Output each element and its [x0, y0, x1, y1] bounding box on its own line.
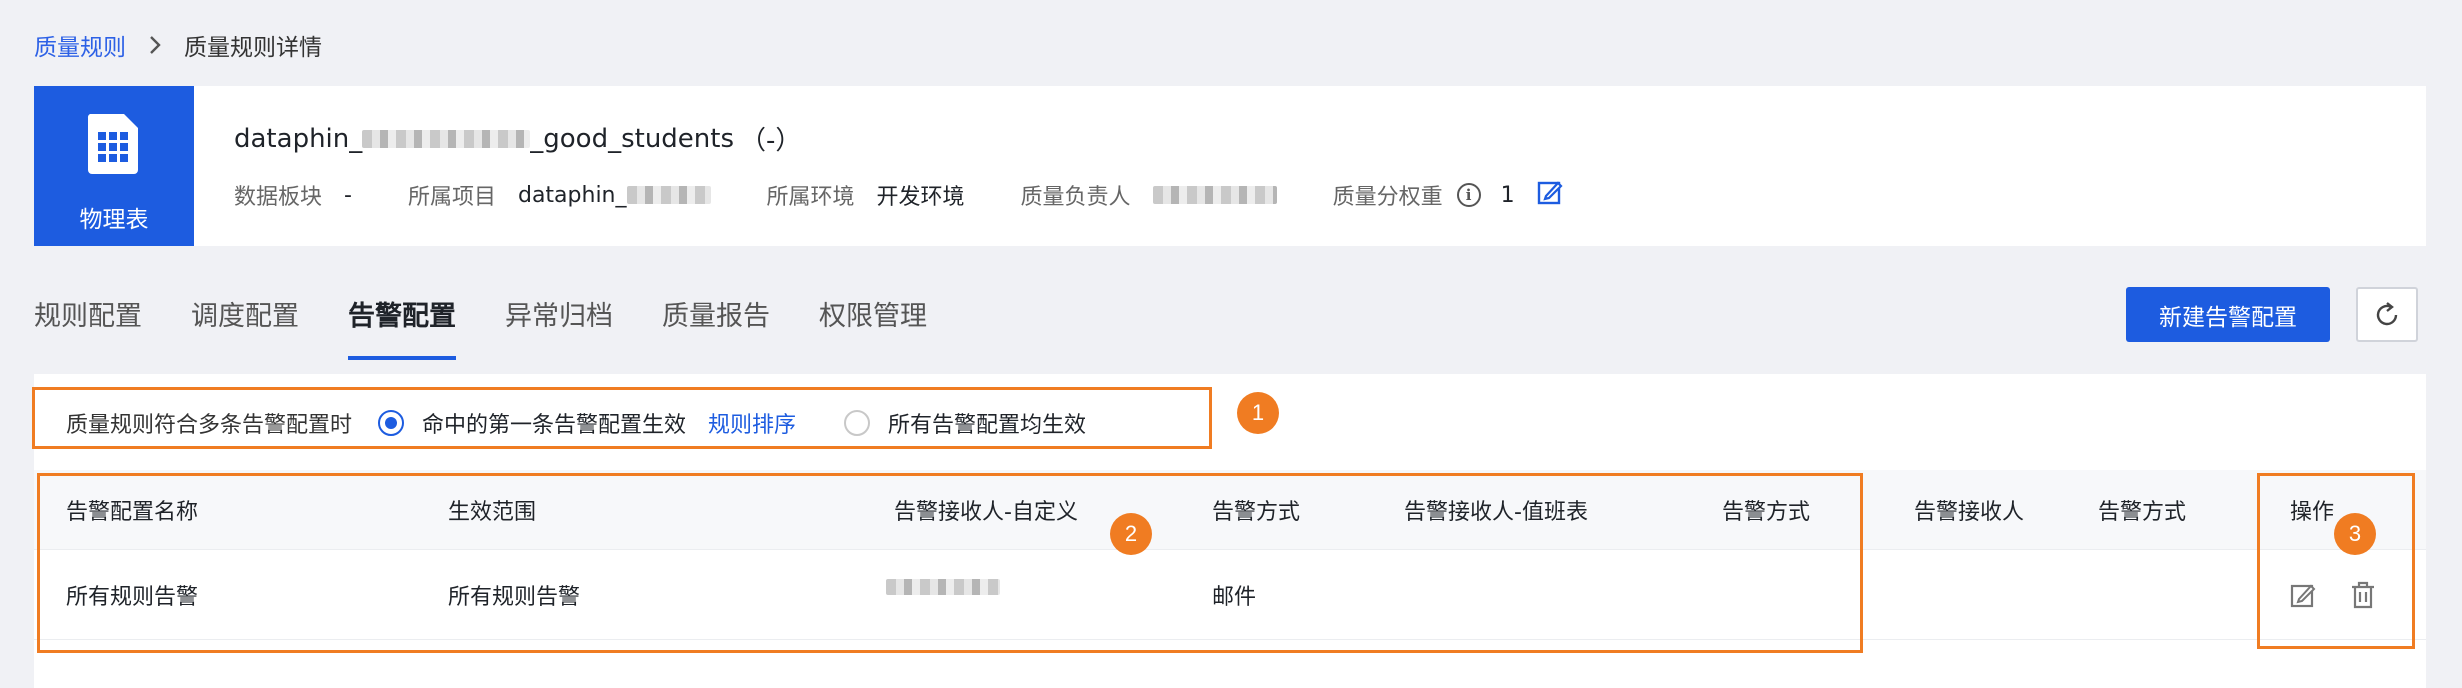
new-alert-config-button[interactable]: 新建告警配置: [2126, 287, 2330, 342]
table-name-prefix: dataphin_: [234, 123, 363, 154]
meta-value-owner: [1152, 186, 1277, 204]
column-header: 生效范围: [448, 499, 537, 525]
meta-label-owner: 质量负责人: [1020, 185, 1131, 210]
meta-value-environment: 开发环境: [876, 185, 965, 210]
delete-icon[interactable]: [2350, 581, 2376, 609]
column-header: 告警接收人-值班表: [1404, 499, 1588, 525]
table-type-badge: 物理表: [34, 86, 194, 246]
radio-circle: [844, 410, 871, 436]
alert-policy-row: 质量规则符合多条告警配置时 命中的第一条告警配置生效 规则排序 所有告警配置均生…: [52, 392, 1212, 454]
cell-custom-receiver: [886, 542, 1000, 631]
breadcrumb: 质量规则 质量规则详情: [34, 28, 322, 62]
tab-permission-management[interactable]: 权限管理: [819, 290, 927, 360]
tab-exception-archive[interactable]: 异常归档: [505, 290, 613, 360]
table-name-suffix: _good_students: [530, 123, 735, 154]
table-meta-row: 数据板块 - 所属项目 dataphin_ 所属环境 开发环境 质量负责人 质量…: [234, 178, 1563, 212]
rule-sort-link[interactable]: 规则排序: [708, 407, 796, 439]
meta-value-data-block: -: [344, 182, 352, 208]
column-header: 告警接收人: [1914, 499, 2025, 525]
page: 质量规则 质量规则详情 物理表 dataphin_ _good_students…: [0, 0, 2462, 688]
table-info-card: 物理表 dataphin_ _good_students （-） 数据板块 - …: [34, 86, 2426, 246]
column-header: 告警方式: [2098, 499, 2187, 525]
masked-text: [362, 129, 531, 148]
tab-schedule-config[interactable]: 调度配置: [191, 290, 299, 360]
table-row: 所有规则告警 所有规则告警 邮件: [34, 550, 2426, 640]
column-header: 告警配置名称: [66, 499, 199, 525]
edit-icon[interactable]: [2290, 582, 2316, 608]
alert-policy-label: 质量规则符合多条告警配置时: [66, 413, 353, 438]
info-icon[interactable]: i: [1456, 183, 1481, 207]
radio-label: 所有告警配置均生效: [888, 413, 1087, 438]
meta-label-data-block: 数据板块: [234, 185, 323, 210]
breadcrumb-link-quality-rules[interactable]: 质量规则: [34, 28, 126, 62]
meta-label-environment: 所属环境: [766, 185, 855, 210]
refresh-button[interactable]: [2356, 287, 2418, 342]
cell-alert-method: 邮件: [1212, 584, 1257, 610]
table-name-extra: （-）: [740, 126, 802, 156]
cell-alert-name: 所有规则告警: [66, 584, 199, 610]
project-name: dataphin_: [517, 182, 627, 208]
meta-label-quality-weight: 质量分权重: [1332, 185, 1443, 210]
radio-circle: [378, 410, 405, 436]
radio-first-alert-effective[interactable]: 命中的第一条告警配置生效: [378, 407, 686, 439]
column-header: 告警方式: [1722, 499, 1811, 525]
edit-icon[interactable]: [1537, 179, 1563, 211]
cell-operations: [2290, 550, 2376, 639]
table-grid-icon: [84, 112, 142, 176]
radio-label: 命中的第一条告警配置生效: [422, 413, 687, 438]
chevron-right-icon: [148, 35, 162, 55]
meta-label-project: 所属项目: [407, 185, 496, 210]
column-header: 告警接收人-自定义: [894, 499, 1078, 525]
annotation-badge-1: 1: [1237, 392, 1279, 434]
table-header: 告警配置名称 生效范围 告警接收人-自定义 告警方式 告警接收人-值班表 告警方…: [34, 470, 2426, 550]
refresh-icon: [2372, 300, 2402, 330]
annotation-badge-3: 3: [2334, 513, 2376, 555]
tab-rule-config[interactable]: 规则配置: [34, 290, 142, 360]
column-header: 告警方式: [1212, 499, 1301, 525]
table-type-label: 物理表: [79, 207, 149, 233]
breadcrumb-current: 质量规则详情: [184, 35, 322, 61]
cell-scope: 所有规则告警: [448, 584, 581, 610]
alert-config-panel: 质量规则符合多条告警配置时 命中的第一条告警配置生效 规则排序 所有告警配置均生…: [34, 374, 2426, 688]
tab-alert-config[interactable]: 告警配置: [348, 290, 456, 360]
meta-value-project: dataphin_: [518, 183, 711, 208]
meta-value-quality-weight: 1: [1500, 182, 1515, 208]
column-header-operations: 操作: [2290, 499, 2335, 525]
table-name: dataphin_ _good_students （-）: [234, 120, 801, 157]
annotation-badge-2: 2: [1110, 513, 1152, 555]
masked-text: [886, 578, 1000, 595]
tab-bar: 规则配置 调度配置 告警配置 异常归档 质量报告 权限管理: [34, 290, 976, 360]
masked-text: [1152, 186, 1277, 204]
tab-quality-report[interactable]: 质量报告: [662, 290, 770, 360]
radio-all-alerts-effective[interactable]: 所有告警配置均生效: [844, 407, 1086, 439]
masked-text: [626, 186, 711, 204]
